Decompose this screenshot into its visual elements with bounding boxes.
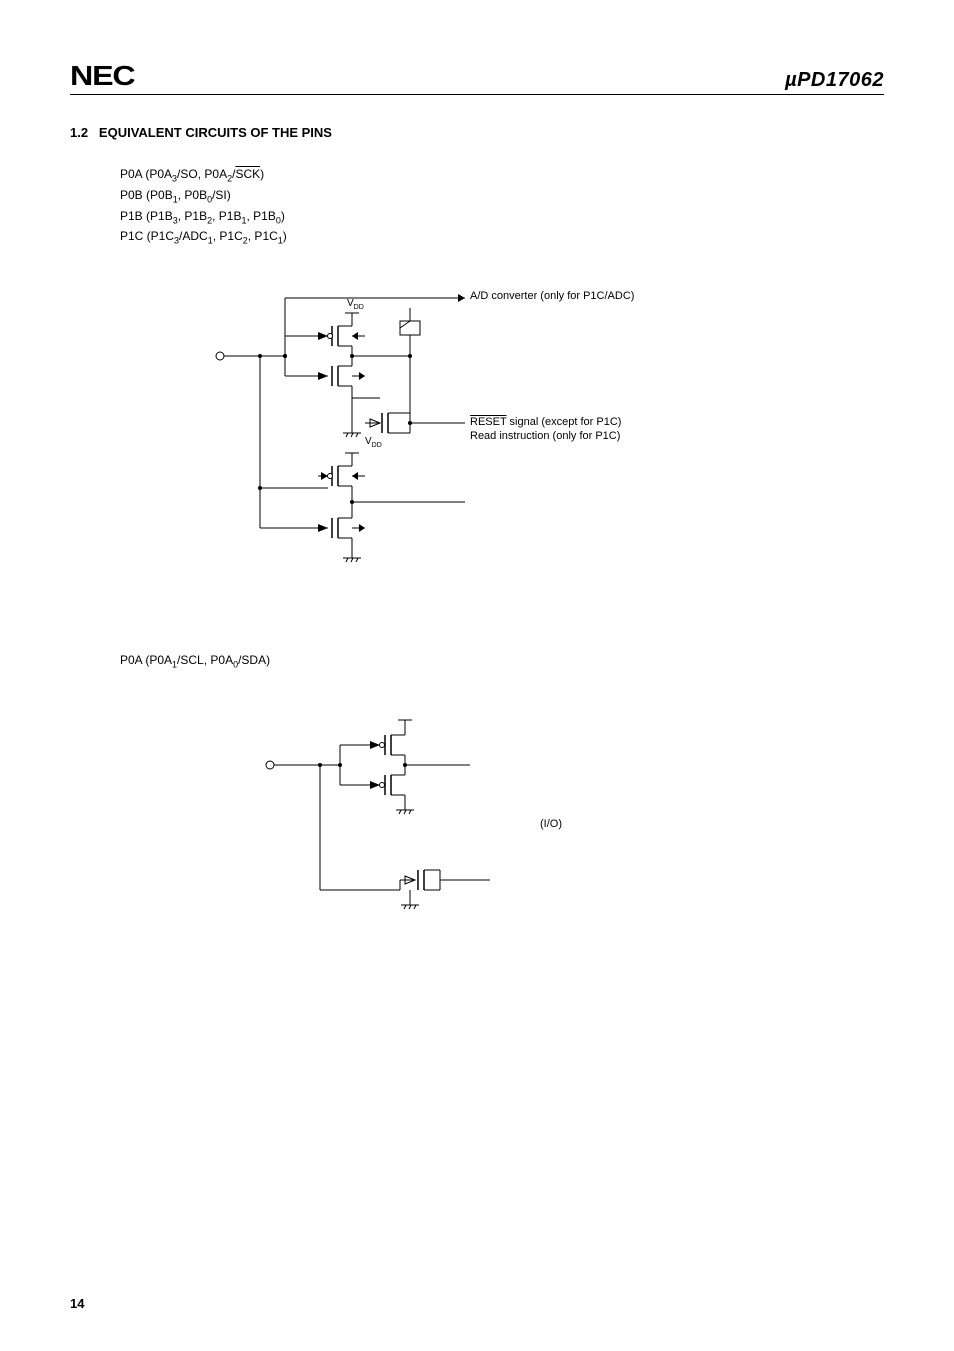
text: P1B (P1B [120,209,173,223]
mu-symbol: µ [785,69,797,91]
part-number-text: PD17062 [797,69,884,91]
subscript: DD [354,304,364,311]
vdd-label-2: VDD [365,436,382,449]
pin-line-3: P1B (P1B3, P1B2, P1B1, P1B0) [120,207,884,228]
nec-logo: NEC [70,60,135,92]
text: , P1B [178,209,207,223]
section-title-text: EQUIVALENT CIRCUITS OF THE PINS [99,125,332,140]
circuit-svg-2 [70,690,870,980]
text: ) [281,209,285,223]
text: /SDA) [238,653,270,667]
pin-list-1: P0A (P0A3/SO, P0A2/SCK) P0B (P0B1, P0B0/… [120,165,884,248]
text: /SI) [212,188,231,202]
overline-text: RESET [470,416,506,428]
circuit-diagram-2: (I/O) [70,690,884,980]
text: , P1B [212,209,241,223]
text: /SO, P0A [177,167,227,181]
part-number: µPD17062 [785,69,884,92]
text: , P0B [178,188,207,202]
text: V [347,298,354,309]
text: P0A (P0A [120,167,172,181]
section-number: 1.2 [70,125,88,140]
pin-line-4: P1C (P1C3/ADC1, P1C2, P1C1) [120,227,884,248]
pin-line-2: P0B (P0B1, P0B0/SI) [120,186,884,207]
text: /SCL, P0A [177,653,233,667]
subscript: DD [372,442,382,449]
text: ) [283,229,287,243]
text: , P1C [213,229,243,243]
text: P1C (P1C [120,229,174,243]
read-instruction-label: Read instruction (only for P1C) [470,430,620,442]
section-title: 1.2 EQUIVALENT CIRCUITS OF THE PINS [70,125,884,140]
ad-converter-label: A/D converter (only for P1C/ADC) [470,290,634,302]
reset-signal-label: RESET signal (except for P1C) [470,416,621,428]
text: P0B (P0B [120,188,173,202]
text: signal (except for P1C) [506,416,621,428]
page-header: NEC µPD17062 [70,60,884,95]
text: P0A (P0A [120,653,172,667]
overline-text: SCK [235,167,260,181]
pin-line-1: P0A (P0A3/SO, P0A2/SCK) [120,165,884,186]
text: ) [260,167,264,181]
circuit-diagram-1: A/D converter (only for P1C/ADC) VDD VDD… [70,268,884,638]
text: , P1B [246,209,275,223]
circuit-svg-1 [70,268,870,638]
page-number: 14 [70,1296,84,1311]
text: , P1C [248,229,278,243]
pin-list-2: P0A (P0A1/SCL, P0A0/SDA) [120,653,884,669]
io-label: (I/O) [540,818,562,830]
vdd-label-1: VDD [347,298,364,311]
text: /ADC [179,229,208,243]
text: V [365,436,372,447]
